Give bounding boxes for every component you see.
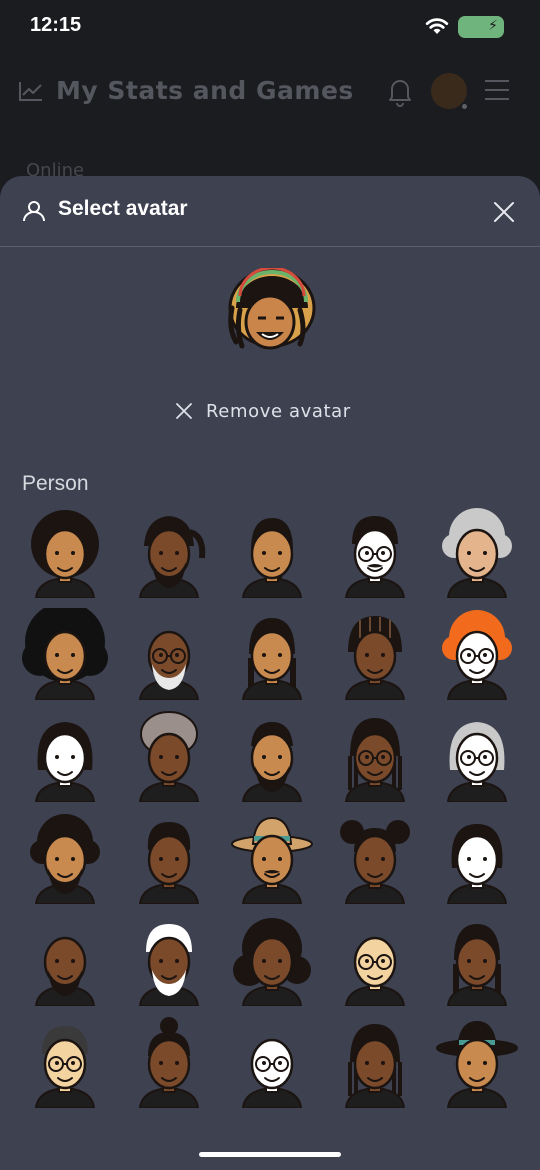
avatar-option[interactable]: [330, 1016, 420, 1108]
avatar-option[interactable]: [124, 914, 214, 1006]
person-avatar-icon: [241, 722, 303, 802]
avatar-option[interactable]: [432, 914, 522, 1006]
person-avatar-icon: [442, 508, 512, 598]
avatar-option[interactable]: [227, 608, 317, 700]
hamburger-menu-icon[interactable]: [484, 79, 510, 101]
person-avatar-icon: [22, 608, 108, 700]
remove-avatar-label: Remove avatar: [206, 400, 351, 422]
bell-icon[interactable]: [386, 77, 414, 107]
person-avatar-icon: [344, 718, 406, 802]
app-header: My Stats and Games: [0, 68, 540, 116]
person-avatar-icon: [241, 518, 303, 598]
battery-icon: ⚡: [458, 16, 504, 38]
avatar-option[interactable]: [330, 812, 420, 904]
avatar-option[interactable]: [20, 812, 110, 904]
avatar-option[interactable]: [432, 506, 522, 598]
person-avatar-icon: [241, 1038, 303, 1108]
person-avatar-icon: [344, 1024, 406, 1108]
avatar-option[interactable]: [124, 1016, 214, 1108]
close-icon: [176, 403, 192, 419]
person-avatar-icon: [446, 722, 508, 802]
avatar-option[interactable]: [227, 812, 317, 904]
wifi-icon: [425, 18, 449, 34]
avatar-option[interactable]: [124, 506, 214, 598]
person-avatar-icon: [446, 824, 508, 904]
presence-dot: [460, 102, 469, 111]
avatar-option[interactable]: [227, 710, 317, 802]
avatar-option[interactable]: [432, 608, 522, 700]
person-avatar-icon: [138, 711, 200, 802]
person-avatar-icon: [340, 820, 410, 904]
home-indicator[interactable]: [199, 1152, 341, 1157]
person-avatar-icon: [31, 510, 99, 598]
person-avatar-icon: [442, 610, 512, 700]
person-avatar-icon: [138, 630, 200, 700]
person-avatar-icon: [241, 618, 303, 700]
avatar-option[interactable]: [124, 710, 214, 802]
person-avatar-icon: [138, 516, 206, 598]
person-avatar-icon: [138, 1017, 200, 1108]
avatar-option[interactable]: [20, 1016, 110, 1108]
person-avatar-icon: [34, 936, 96, 1006]
avatar-option[interactable]: [20, 710, 110, 802]
person-avatar-icon: [436, 1020, 518, 1108]
avatar-option[interactable]: [20, 608, 110, 700]
trend-chart-icon[interactable]: [18, 80, 44, 102]
avatar-option[interactable]: [330, 710, 420, 802]
current-avatar: [228, 268, 316, 350]
person-avatar-icon: [233, 918, 311, 1006]
status-time: 12:15: [30, 14, 82, 36]
avatar-option[interactable]: [227, 506, 317, 598]
close-icon[interactable]: [492, 200, 516, 224]
status-bar: 12:15 ⚡: [0, 0, 540, 54]
avatar-option[interactable]: [432, 710, 522, 802]
section-label-person: Person: [22, 472, 89, 495]
person-avatar-icon: [34, 722, 96, 802]
avatar-option[interactable]: [227, 914, 317, 1006]
avatar-option[interactable]: [330, 506, 420, 598]
person-avatar-icon: [231, 816, 313, 904]
person-avatar-icon: [138, 822, 200, 904]
avatar-option[interactable]: [20, 914, 110, 1006]
person-avatar-icon: [138, 924, 200, 1006]
person-avatar-icon: [30, 814, 100, 904]
sheet-header: Select avatar: [0, 176, 540, 247]
person-avatar-icon: [34, 1026, 96, 1108]
avatar-option[interactable]: [227, 1016, 317, 1108]
remove-avatar-button[interactable]: Remove avatar: [174, 398, 351, 424]
avatar-option[interactable]: [432, 1016, 522, 1108]
person-avatar-icon: [344, 616, 406, 700]
avatar-option[interactable]: [124, 608, 214, 700]
sheet-title: Select avatar: [58, 197, 188, 220]
avatar-option[interactable]: [330, 914, 420, 1006]
person-avatar-icon: [344, 936, 406, 1006]
avatar-option[interactable]: [432, 812, 522, 904]
avatar-option[interactable]: [20, 506, 110, 598]
select-avatar-sheet: Select avatar Remove avatar Person: [0, 176, 540, 1170]
avatar-option[interactable]: [124, 812, 214, 904]
user-icon: [23, 201, 45, 222]
person-avatar-icon: [344, 516, 406, 598]
app-title: My Stats and Games: [56, 76, 354, 105]
person-avatar-icon: [446, 924, 508, 1006]
avatar-option[interactable]: [330, 608, 420, 700]
